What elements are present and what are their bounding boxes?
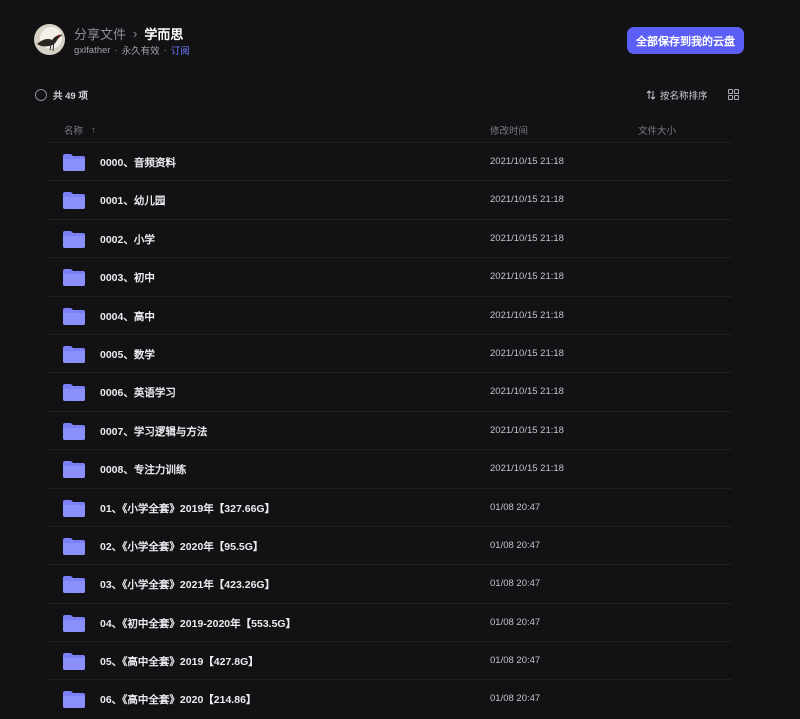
- file-name[interactable]: 04、《初中全套》2019-2020年【553.5G】: [100, 616, 296, 631]
- file-name[interactable]: 0002、小学: [100, 232, 155, 247]
- file-modified-time: 2021/10/15 21:18: [490, 232, 564, 244]
- file-row[interactable]: 06、《高中全套》2020【214.86】 01/08 20:47: [48, 679, 732, 717]
- file-row[interactable]: 0004、高中 2021/10/15 21:18: [48, 295, 732, 334]
- file-name[interactable]: 0000、音频资料: [100, 155, 176, 170]
- file-row[interactable]: 0003、初中 2021/10/15 21:18: [48, 257, 732, 295]
- file-row[interactable]: 0000、音频资料 2021/10/15 21:18: [48, 142, 732, 180]
- file-row[interactable]: 0006、英语学习 2021/10/15 21:18: [48, 372, 732, 410]
- file-row[interactable]: 0005、数学 2021/10/15 21:18: [48, 333, 732, 372]
- share-header: 分享文件 › 学而思 gxlfather · 永久有效 · 订阅 全部保存到我的…: [0, 0, 800, 80]
- folder-icon: [63, 307, 85, 325]
- owner-name[interactable]: gxlfather: [74, 45, 110, 56]
- column-header-modified[interactable]: 修改时间: [490, 123, 528, 137]
- file-modified-time: 2021/10/15 21:18: [490, 424, 564, 436]
- folder-icon: [63, 653, 85, 671]
- folder-icon: [63, 230, 85, 248]
- folder-icon: [63, 537, 85, 555]
- folder-icon: [63, 422, 85, 440]
- breadcrumb: 分享文件 › 学而思: [74, 24, 183, 42]
- page-title: 学而思: [144, 26, 184, 42]
- file-row[interactable]: 03、《小学全套》2021年【423.26G】 01/08 20:47: [48, 564, 732, 602]
- separator-dot: ·: [114, 44, 118, 56]
- file-name[interactable]: 0006、英语学习: [100, 385, 176, 400]
- sort-ascending-icon: ↑: [91, 124, 96, 136]
- file-row[interactable]: 02、《小学全套》2020年【95.5G】 01/08 20:47: [48, 525, 732, 564]
- folder-icon: [63, 154, 85, 171]
- file-name[interactable]: 0004、高中: [100, 309, 155, 324]
- file-modified-time: 01/08 20:47: [490, 693, 541, 705]
- sort-label: 按名称排序: [660, 91, 708, 102]
- folder-icon: [63, 499, 85, 517]
- file-modified-time: 2021/10/15 21:18: [490, 194, 564, 206]
- folder-icon: [63, 269, 85, 287]
- file-modified-time: 2021/10/15 21:18: [490, 463, 564, 475]
- file-name[interactable]: 02、《小学全套》2020年【95.5G】: [100, 539, 263, 554]
- file-modified-time: 01/08 20:47: [490, 578, 541, 590]
- folder-icon: [63, 384, 85, 402]
- crane-logo-icon: [37, 34, 63, 52]
- file-row[interactable]: 0007、学习逻辑与方法 2021/10/15 21:18: [48, 410, 732, 449]
- file-name[interactable]: 01、《小学全套》2019年【327.66G】: [100, 501, 275, 516]
- file-modified-time: 2021/10/15 21:18: [490, 309, 564, 321]
- sort-icon: [646, 90, 656, 100]
- share-meta: gxlfather · 永久有效 · 订阅: [74, 43, 190, 58]
- folder-icon: [63, 614, 85, 632]
- item-count: 共 49 项: [53, 91, 88, 102]
- folder-icon: [63, 192, 85, 210]
- folder-icon: [63, 691, 85, 709]
- file-modified-time: 01/08 20:47: [490, 539, 541, 551]
- save-all-button[interactable]: 全部保存到我的云盘: [627, 27, 744, 54]
- folder-icon: [63, 461, 85, 479]
- column-header-size[interactable]: 文件大小: [638, 123, 676, 137]
- file-modified-time: 01/08 20:47: [490, 501, 541, 513]
- file-name[interactable]: 03、《小学全套》2021年【423.26G】: [100, 577, 275, 592]
- file-modified-time: 2021/10/15 21:18: [490, 271, 564, 283]
- subscribe-link[interactable]: 订阅: [171, 43, 190, 57]
- file-name[interactable]: 0005、数学: [100, 347, 155, 362]
- file-name[interactable]: 0007、学习逻辑与方法: [100, 424, 207, 439]
- file-modified-time: 2021/10/15 21:18: [490, 156, 564, 167]
- file-name[interactable]: 0003、初中: [100, 270, 155, 285]
- file-modified-time: 2021/10/15 21:18: [490, 347, 564, 359]
- sort-button[interactable]: 按名称排序: [646, 88, 708, 102]
- file-name[interactable]: 0001、幼儿园: [100, 193, 165, 208]
- file-row[interactable]: 0001、幼儿园 2021/10/15 21:18: [48, 180, 732, 218]
- file-name[interactable]: 06、《高中全套》2020【214.86】: [100, 692, 256, 707]
- file-row[interactable]: 0008、专注力训练 2021/10/15 21:18: [48, 449, 732, 487]
- file-row[interactable]: 01、《小学全套》2019年【327.66G】 01/08 20:47: [48, 487, 732, 526]
- folder-icon: [63, 345, 85, 363]
- file-modified-time: 01/08 20:47: [490, 655, 541, 667]
- file-name[interactable]: 05、《高中全套》2019【427.8G】: [100, 654, 259, 669]
- file-name[interactable]: 0008、专注力训练: [100, 462, 186, 477]
- file-row[interactable]: 04、《初中全套》2019-2020年【553.5G】 01/08 20:47: [48, 602, 732, 641]
- select-all-checkbox[interactable]: [35, 89, 47, 101]
- grid-view-icon[interactable]: [728, 89, 739, 100]
- file-modified-time: 01/08 20:47: [490, 616, 541, 628]
- file-modified-time: 2021/10/15 21:18: [490, 386, 564, 398]
- avatar[interactable]: [34, 24, 65, 55]
- file-row[interactable]: 0002、小学 2021/10/15 21:18: [48, 218, 732, 257]
- file-list: 0000、音频资料 2021/10/15 21:18 0001、幼儿园 2021/10…: [48, 142, 732, 718]
- breadcrumb-root-link[interactable]: 分享文件: [74, 24, 126, 43]
- column-name-label: 名称: [64, 126, 84, 137]
- separator-dot: ·: [163, 44, 167, 56]
- validity-text: 永久有效: [121, 46, 160, 57]
- column-header-name[interactable]: 名称 ↑: [64, 123, 96, 138]
- file-row[interactable]: 05、《高中全套》2019【427.8G】 01/08 20:47: [48, 641, 732, 679]
- folder-icon: [63, 576, 85, 594]
- chevron-right-icon: ›: [133, 25, 138, 41]
